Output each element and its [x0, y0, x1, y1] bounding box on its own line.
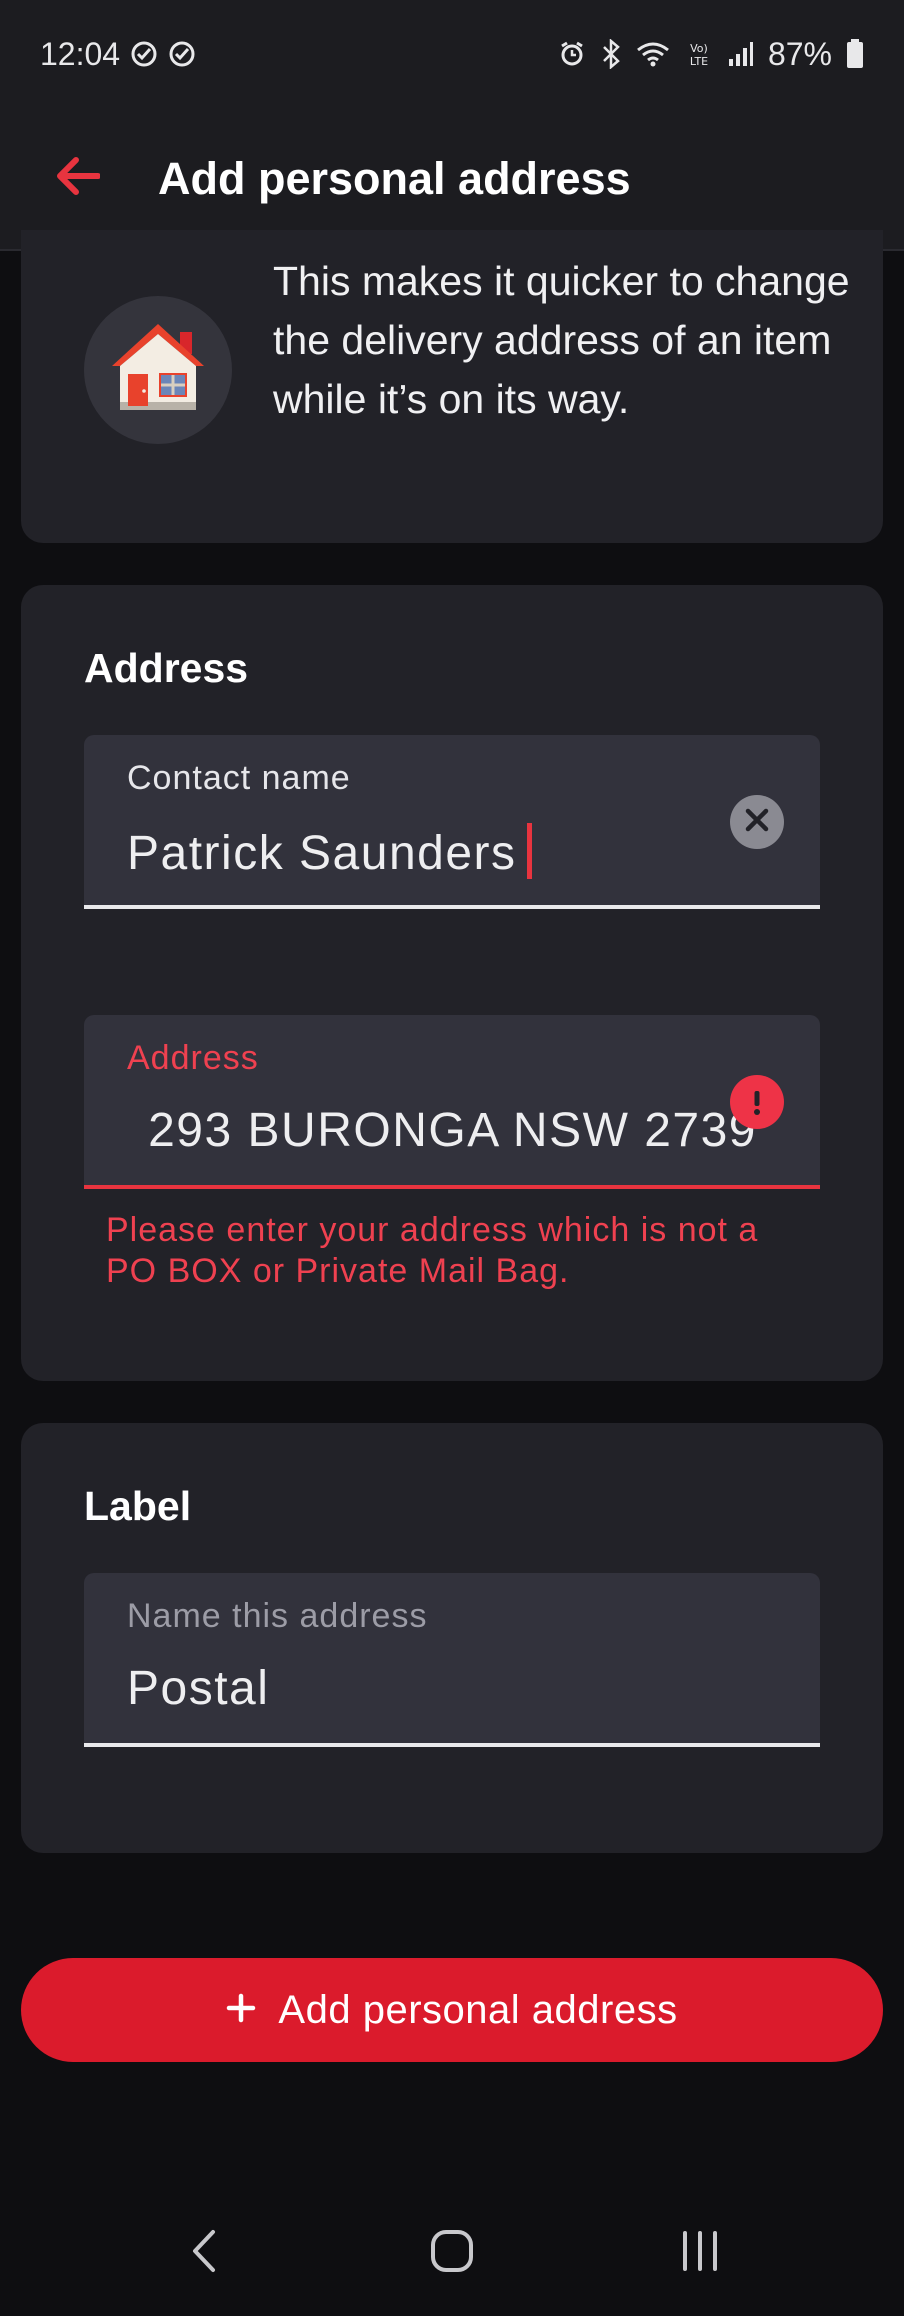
status-time: 12:04 — [40, 35, 121, 72]
address-label: Address — [127, 1039, 259, 1077]
battery-icon — [846, 39, 864, 69]
svg-text:Vo): Vo) — [690, 42, 708, 55]
check-circle-icon — [130, 40, 158, 68]
address-name-label: Name this address — [127, 1597, 428, 1635]
info-card: This makes it quicker to change the deli… — [21, 230, 883, 543]
nav-back-icon — [189, 2228, 219, 2279]
status-left: 12:04 — [40, 36, 196, 73]
address-field[interactable]: Address 293 BURONGA NSW 2739 — [84, 1015, 820, 1189]
address-heading: Address — [84, 645, 249, 691]
address-name-field[interactable]: Name this address Postal — [84, 1573, 820, 1747]
arrow-left-icon — [54, 156, 101, 201]
nav-home-icon — [430, 2229, 474, 2278]
nav-home-button[interactable] — [392, 2203, 512, 2303]
label-heading: Label — [84, 1483, 192, 1529]
contact-name-field[interactable]: Contact name Patrick Saunders — [84, 735, 820, 909]
address-value-viewport[interactable]: 293 BURONGA NSW 2739 — [127, 1097, 767, 1161]
house-icon — [104, 318, 212, 423]
nav-recents-button[interactable] — [640, 2203, 760, 2303]
battery-percent: 87% — [767, 35, 832, 72]
add-personal-address-button[interactable]: Add personal address — [21, 1958, 883, 2062]
wifi-icon — [636, 40, 670, 68]
house-icon-badge — [84, 296, 232, 444]
page-title: Add personal address — [158, 152, 631, 204]
bluetooth-icon — [600, 39, 622, 69]
plus-icon — [226, 1988, 256, 2033]
signal-icon — [728, 41, 754, 67]
contact-name-value: Patrick Saunders — [127, 827, 517, 880]
system-nav-bar — [0, 2190, 904, 2316]
close-icon — [744, 807, 770, 838]
info-text: This makes it quicker to change the deli… — [273, 258, 850, 422]
check-circle-icon — [168, 40, 196, 68]
text-cursor — [526, 823, 532, 879]
volte-icon: Vo) LTE — [684, 39, 714, 69]
status-bar: 12:04 Vo) LTE 87% — [0, 0, 904, 108]
address-error-message: Please enter your address which is not a… — [106, 1211, 759, 1290]
status-right: Vo) LTE 87% — [558, 36, 864, 73]
nav-back-button[interactable] — [144, 2203, 264, 2303]
contact-name-label: Contact name — [127, 759, 351, 797]
address-name-value: Postal — [127, 1662, 270, 1715]
add-personal-address-label: Add personal address — [278, 1987, 678, 2032]
address-value: 293 BURONGA NSW 2739 — [148, 1104, 757, 1157]
alarm-icon — [558, 40, 586, 68]
clear-button[interactable] — [730, 795, 784, 849]
label-card: Label Name this address Postal — [21, 1423, 883, 1853]
contact-name-value-wrap[interactable]: Patrick Saunders — [127, 823, 532, 881]
svg-text:LTE: LTE — [690, 55, 708, 68]
nav-recents-icon — [679, 2230, 721, 2276]
error-icon — [730, 1075, 784, 1129]
back-button[interactable] — [0, 107, 150, 250]
